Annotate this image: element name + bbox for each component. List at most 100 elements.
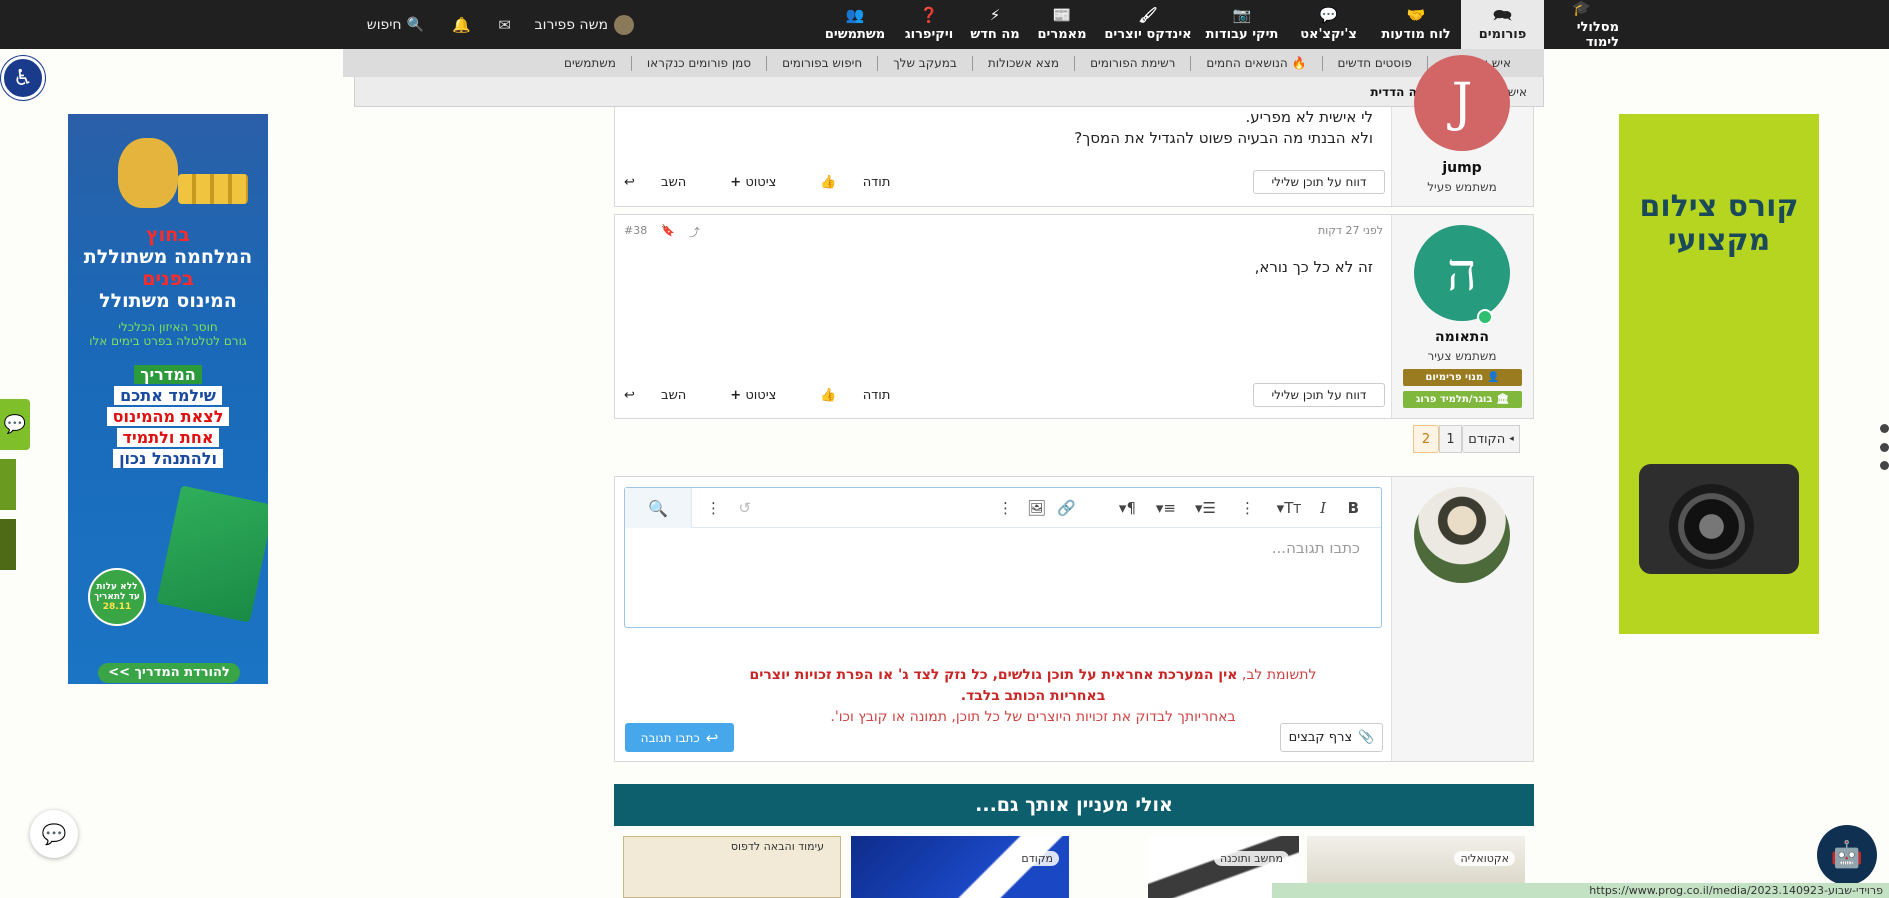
messenger-icon[interactable]: 💬	[30, 810, 78, 858]
nav-users[interactable]: 👥 משתמשים	[816, 0, 894, 49]
user-menu[interactable]: משה פפירוב	[535, 0, 634, 49]
accessibility-icon[interactable]: ♿	[1, 56, 45, 100]
top-navbar: 🎓 מסלולי לימוד 🗪 פורומים 🤝 לוח מודעות 💬 …	[0, 0, 1889, 50]
bold-icon[interactable]: B	[1348, 499, 1359, 517]
font-size-icon[interactable]: TT▾	[1277, 499, 1301, 517]
nav-chat[interactable]: 💬 צ'יקצ'אט	[1286, 0, 1371, 49]
italic-icon[interactable]: I	[1320, 499, 1326, 517]
post-number[interactable]: #38	[624, 224, 647, 240]
post-user-sidebar: J jump משתמש פעיל	[1391, 55, 1533, 206]
post-message: לי אישית לא מפריע. ולא הבנתי מה הבעיה פש…	[1074, 107, 1373, 149]
related-thumb[interactable]: מקודם	[851, 836, 1069, 898]
nav-label: פורומים	[1478, 27, 1527, 42]
ad-line: בפנים	[142, 268, 194, 290]
post-username[interactable]: jump	[1391, 160, 1533, 176]
mail-tab-icon[interactable]	[0, 459, 16, 510]
prev-label: הקודם	[1468, 431, 1506, 447]
editor-toolbar: B I TT▾ ⋮ ☰▾ ≡▾ ¶▾ 🔗 🖼 ⋮ ↺ ⋮ 🔍	[625, 488, 1381, 528]
nav-label: מסלולי לימוד	[1576, 19, 1619, 50]
post-teomah: ה התאומה משתמש צעיר 👤 מנוי פרימיום 🏛 בוגר/…	[614, 214, 1534, 419]
quote-button[interactable]: + ציטוט	[730, 175, 798, 190]
nav-articles[interactable]: 📰 מאמרים	[1026, 0, 1098, 49]
nav-forums[interactable]: 🗪 פורומים	[1461, 0, 1544, 49]
share-icon[interactable]: ⤴	[689, 224, 700, 240]
contact-tab-icon[interactable]	[0, 519, 16, 570]
image-icon[interactable]: 🖼	[1027, 499, 1046, 517]
pagination-prev[interactable]: ◂ הקודם	[1462, 425, 1520, 453]
disclaimer-prefix: לתשומת לב,	[1241, 667, 1317, 683]
reply-label: השב	[661, 388, 687, 403]
subnav-item[interactable]: סמן פורומים כנקראו	[630, 55, 766, 71]
link-icon[interactable]: 🔗	[1057, 499, 1076, 517]
nav-creators[interactable]: 🖌 אינדקס יוצרים	[1098, 0, 1198, 49]
list-icon[interactable]: ☰▾	[1195, 499, 1216, 517]
pagination-page-current[interactable]: 2	[1413, 425, 1439, 453]
bolt-icon: ⚡	[989, 6, 1001, 24]
chatbot-icon[interactable]: 🤖	[1817, 825, 1877, 885]
more-options-icon[interactable]: ⋮	[1240, 499, 1255, 517]
ad-guide-line: אחת ולתמיד	[116, 428, 220, 447]
user-avatar	[614, 14, 634, 35]
like-button[interactable]: 👍 תודה	[820, 175, 912, 190]
nav-board[interactable]: 🤝 לוח מודעות	[1371, 0, 1461, 49]
nav-label: צ'יקצ'אט	[1300, 27, 1357, 42]
alumni-badge: 🏛 בוגר/תלמיד פרוג	[1403, 391, 1522, 408]
category-tag: מקודם	[1015, 851, 1059, 866]
paragraph-icon[interactable]: ¶▾	[1119, 499, 1136, 517]
ad-cta-button[interactable]: להורדת המדריך >>	[98, 663, 240, 683]
like-button[interactable]: 👍 תודה	[820, 388, 912, 403]
ad-line: מקצועי	[1667, 223, 1771, 258]
subnav-item-hot[interactable]: 🔥 הנושאים החמים	[1190, 55, 1321, 71]
nav-wiki[interactable]: ❓ ויקיפרוג	[894, 0, 964, 49]
undo-icon[interactable]: ↺	[738, 499, 751, 517]
subnav-item[interactable]: פוסטים חדשים	[1321, 55, 1427, 71]
handshake-icon: 🤝	[1406, 6, 1426, 24]
more-vertical-icon[interactable]	[1880, 424, 1889, 470]
plus-icon: +	[730, 388, 742, 403]
post-actions: ↩ השב + ציטוט 👍 תודה	[624, 388, 934, 403]
subnav-item[interactable]: במעקב שלך	[877, 55, 972, 71]
search-button[interactable]: 🔍 חיפוש	[367, 0, 424, 49]
more-options-icon[interactable]: ⋮	[998, 499, 1013, 517]
nav-learning[interactable]: 🎓 מסלולי לימוד	[1544, 0, 1619, 50]
chat-tab-icon[interactable]: 💬	[0, 399, 30, 450]
nav-whatsnew[interactable]: ⚡ מה חדש	[964, 0, 1026, 49]
reply-label: כתבו תגובה	[640, 730, 700, 745]
align-icon[interactable]: ≡▾	[1156, 499, 1176, 517]
category-tag: מחשב ותוכנה	[1214, 851, 1289, 866]
bell-icon[interactable]: 🔔	[452, 0, 471, 49]
current-user-avatar[interactable]	[1414, 487, 1510, 583]
subnav-item[interactable]: משתמשים	[549, 56, 631, 71]
institution-icon: 🏛	[1496, 394, 1510, 405]
subnav-item[interactable]: רשימת הפורומים	[1074, 55, 1190, 71]
pagination-page[interactable]: 1	[1439, 425, 1462, 453]
reply-button[interactable]: ↩ השב	[624, 388, 708, 403]
envelope-icon[interactable]: ✉	[498, 0, 511, 49]
more-options-icon[interactable]: ⋮	[706, 499, 721, 517]
subnav-item[interactable]: חיפוש בפורומים	[766, 55, 877, 71]
related-thumb[interactable]: עימוד והבאה לדפוס	[623, 836, 841, 898]
user-avatar[interactable]: ה	[1414, 225, 1510, 321]
user-avatar[interactable]: J	[1414, 55, 1510, 151]
report-button[interactable]: דווח על תוכן שלילי	[1253, 383, 1385, 407]
message-line: ולא הבנתי מה הבעיה פשוט להגדיל את המסך?	[1074, 129, 1373, 147]
nav-portfolio[interactable]: 📷 תיקי עבודות	[1198, 0, 1286, 49]
ad-banner-left[interactable]: בחוץ המלחמה משתוללת בפנים המינוס משתולל …	[68, 114, 268, 684]
nav-label: אינדקס יוצרים	[1104, 27, 1192, 42]
reply-button[interactable]: ↩ השב	[624, 175, 708, 190]
like-label: תודה	[862, 175, 891, 190]
rich-text-editor[interactable]: B I TT▾ ⋮ ☰▾ ≡▾ ¶▾ 🔗 🖼 ⋮ ↺ ⋮ 🔍 כתבו תגוב…	[624, 487, 1382, 628]
quote-button[interactable]: + ציטוט	[730, 388, 798, 403]
ad-line: חוסר האיזון הכלכלי	[118, 320, 218, 334]
submit-reply-button[interactable]: ↩ כתבו תגובה	[625, 723, 734, 752]
report-button[interactable]: דווח על תוכן שלילי	[1253, 170, 1385, 194]
attach-files-button[interactable]: 📎 צרף קבצים	[1280, 723, 1383, 752]
ad-banner-right[interactable]: קורס צילום מקצועי	[1619, 114, 1819, 634]
preview-toggle[interactable]: 🔍	[625, 488, 692, 528]
post-time[interactable]: לפני 27 דקות	[1318, 224, 1383, 237]
subnav-item[interactable]: מצא אשכולות	[971, 55, 1074, 71]
bookmark-icon[interactable]: 🔖	[661, 224, 675, 240]
post-message: זה לא כל כך נורא,	[1254, 258, 1373, 276]
related-header: אולי מעניין אותך גם...	[614, 784, 1534, 826]
post-username[interactable]: התאומה	[1391, 329, 1533, 345]
